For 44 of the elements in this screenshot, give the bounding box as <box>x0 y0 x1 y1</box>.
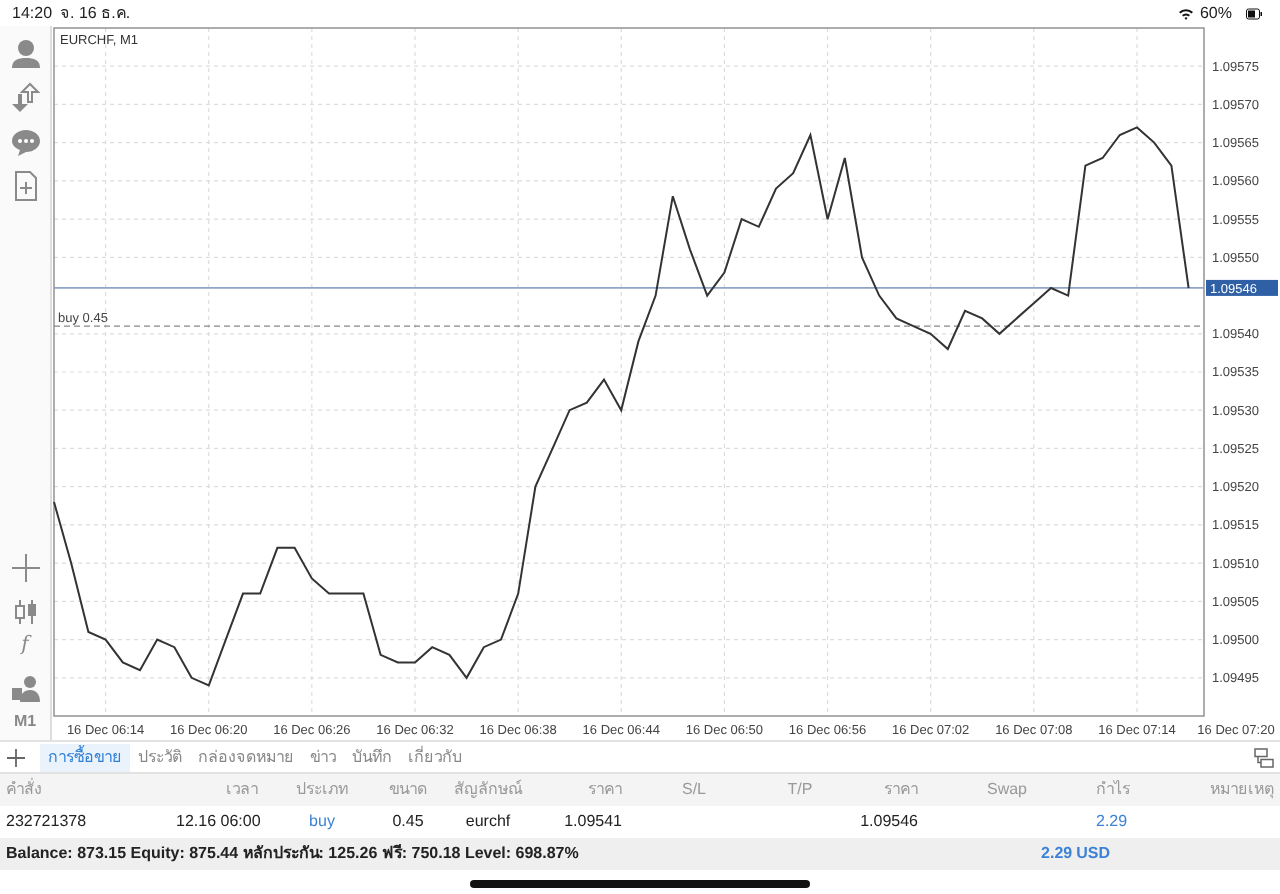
column-header: กำไร <box>1090 774 1200 806</box>
table-cell: 232721378 <box>0 806 170 838</box>
windows-icon[interactable] <box>1252 745 1276 769</box>
timeframe-button[interactable]: M1 <box>13 708 37 736</box>
tab[interactable]: กล่องจดหมาย <box>190 743 302 771</box>
document-plus-icon[interactable] <box>9 170 41 202</box>
wifi-icon <box>1175 5 1196 21</box>
tab[interactable]: บันทึก <box>344 743 400 771</box>
column-header: เวลา <box>170 774 264 806</box>
account-summary: Balance: 873.15 Equity: 875.44 หลักประกัน: 125.26 ฟรี: 750.18 Level: 698.87% <box>6 842 579 866</box>
battery-percent: 60% <box>1199 1 1232 25</box>
candlestick-icon[interactable] <box>9 596 41 628</box>
column-header: สัญลักษณ์ <box>436 774 540 806</box>
column-header: คำสั่ง <box>0 774 170 806</box>
total-profit: 2.29 <box>1041 842 1073 866</box>
table-cell: 0.45 <box>380 806 436 838</box>
column-header: ราคา <box>840 774 924 806</box>
tab[interactable]: ข่าว <box>302 743 344 771</box>
column-header: หมายเหตุ <box>1200 774 1280 806</box>
column-header: Swap <box>924 774 1090 806</box>
table-cell: buy <box>264 806 380 838</box>
crosshair-icon[interactable] <box>9 552 41 584</box>
table-cell: eurchf <box>436 806 540 838</box>
column-header: S/L <box>628 774 760 806</box>
tab[interactable]: ประวัติ <box>130 743 190 771</box>
group-icon[interactable] <box>9 672 41 704</box>
arrows-icon[interactable] <box>9 82 41 114</box>
table-cell: 2.29 <box>1090 806 1200 838</box>
tab[interactable]: การซื้อขาย <box>40 743 130 771</box>
status-time: 14:20 <box>12 1 53 25</box>
table-cell: 1.09546 <box>840 806 924 838</box>
currency-label: USD <box>1076 842 1110 866</box>
column-header: ขนาด <box>380 774 436 806</box>
table-cell: 1.09541 <box>540 806 628 838</box>
column-header: T/P <box>760 774 840 806</box>
column-header: ราคา <box>540 774 628 806</box>
function-tool[interactable]: f <box>21 632 29 660</box>
person-icon[interactable] <box>9 38 41 70</box>
plus-icon[interactable] <box>4 745 28 769</box>
status-date: จ. 16 ธ.ค. <box>60 1 131 25</box>
chat-icon[interactable] <box>9 126 41 158</box>
table-cell: 12.16 06:00 <box>170 806 264 838</box>
tab[interactable]: เกี่ยวกับ <box>400 743 470 771</box>
column-header: ประเภท <box>264 774 380 806</box>
